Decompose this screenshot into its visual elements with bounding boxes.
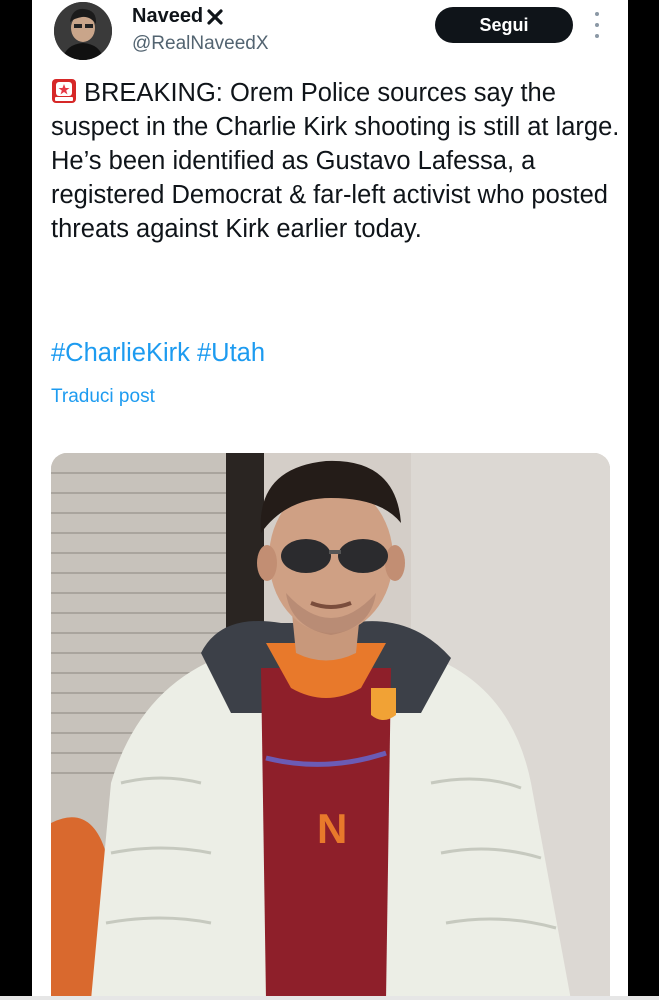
x-mark-icon	[207, 8, 223, 25]
author-name[interactable]: Naveed	[132, 5, 203, 28]
author-row: Naveed	[132, 5, 223, 28]
police-light-emoji-icon	[52, 79, 76, 103]
author-handle[interactable]: @RealNaveedX	[132, 33, 269, 55]
avatar[interactable]	[54, 2, 112, 60]
hashtag-charliekirk[interactable]: #CharlieKirk	[51, 339, 190, 367]
follow-button[interactable]: Segui	[435, 7, 573, 43]
post-image[interactable]: N	[51, 453, 610, 1000]
hashtags: #CharlieKirk #Utah	[51, 339, 265, 368]
hashtag-utah[interactable]: #Utah	[197, 339, 265, 367]
translate-post-link[interactable]: Traduci post	[51, 386, 155, 408]
bottom-divider	[0, 996, 659, 1000]
svg-text:N: N	[317, 805, 347, 852]
more-vertical-icon[interactable]	[592, 12, 602, 38]
post-text: BREAKING: Orem Police sources say the su…	[51, 79, 620, 243]
post-card: Naveed @RealNaveedX Segui BREAKING: Orem…	[32, 0, 628, 1000]
post-text-container: BREAKING: Orem Police sources say the su…	[51, 76, 621, 246]
